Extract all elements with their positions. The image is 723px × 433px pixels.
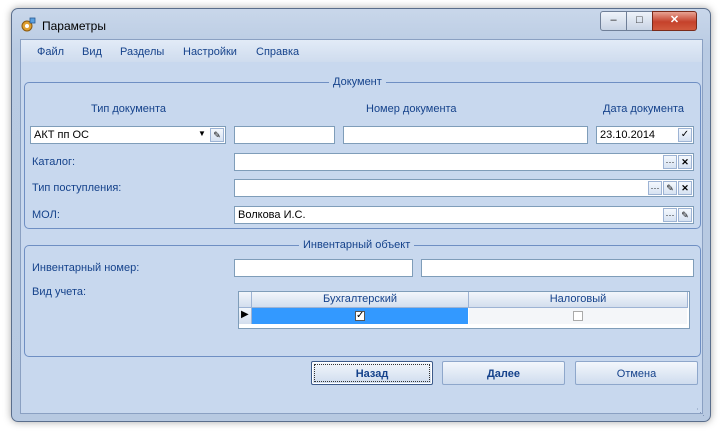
catalog-label: Каталог: bbox=[32, 156, 76, 168]
inv-number-input[interactable] bbox=[421, 259, 694, 277]
minimize-icon: – bbox=[610, 14, 617, 26]
tax-checkbox[interactable] bbox=[573, 311, 583, 321]
menu-view[interactable]: Вид bbox=[82, 46, 102, 58]
row-selector[interactable]: ▶ bbox=[239, 308, 252, 324]
doc-number-prefix-input[interactable] bbox=[234, 126, 335, 144]
doc-date-header: Дата документа bbox=[603, 103, 685, 115]
browse-ellipsis-icon[interactable]: ··· bbox=[648, 181, 662, 195]
edit-pencil-icon[interactable]: ✎ bbox=[663, 181, 677, 195]
doc-date-value: 23.10.2014 bbox=[600, 129, 656, 141]
inv-number-label: Инвентарный номер: bbox=[32, 262, 140, 274]
menu-bar: Файл Вид Разделы Настройки Справка bbox=[21, 40, 702, 62]
grid-corner-header bbox=[239, 292, 252, 308]
menu-settings[interactable]: Настройки bbox=[183, 46, 237, 58]
settings-app-icon bbox=[21, 17, 36, 32]
cancel-button[interactable]: Отмена bbox=[575, 361, 698, 385]
doc-number-header: Номер документа bbox=[366, 103, 457, 115]
accounting-checkbox[interactable]: ✓ bbox=[355, 311, 365, 321]
grid-header-accounting[interactable]: Бухгалтерский bbox=[252, 292, 469, 308]
inventory-group-legend: Инвентарный объект bbox=[299, 239, 415, 251]
accounting-type-label: Вид учета: bbox=[32, 286, 87, 298]
receipt-type-field[interactable]: ··· ✎ ✕ bbox=[234, 179, 694, 197]
current-row-arrow-icon: ▶ bbox=[241, 309, 249, 320]
calendar-dropdown-icon[interactable]: ✓ bbox=[678, 128, 692, 142]
window-title: Параметры bbox=[42, 19, 106, 33]
back-button[interactable]: Назад bbox=[311, 361, 433, 385]
grid-cell-tax[interactable] bbox=[469, 308, 687, 324]
next-button[interactable]: Далее bbox=[442, 361, 565, 385]
grid-cell-accounting[interactable]: ✓ bbox=[252, 308, 468, 324]
receipt-type-label: Тип поступления: bbox=[32, 182, 122, 194]
accounting-type-grid: Бухгалтерский Налоговый ▶ ✓ bbox=[238, 291, 690, 329]
mol-field[interactable]: Волкова И.С. ··· ✎ bbox=[234, 206, 694, 224]
close-icon: ✕ bbox=[669, 14, 680, 26]
edit-pencil-icon[interactable]: ✎ bbox=[210, 128, 224, 142]
clear-x-icon[interactable]: ✕ bbox=[678, 181, 692, 195]
title-bar[interactable]: Параметры – □ ✕ bbox=[12, 9, 710, 39]
close-button[interactable]: ✕ bbox=[652, 11, 697, 31]
doc-type-header: Тип документа bbox=[91, 103, 167, 115]
minimize-button[interactable]: – bbox=[600, 11, 627, 31]
document-group-legend: Документ bbox=[329, 76, 386, 88]
resize-grip-icon[interactable]: ⋱ bbox=[696, 407, 706, 417]
maximize-icon: □ bbox=[636, 14, 643, 26]
catalog-field[interactable]: ··· ✕ bbox=[234, 153, 694, 171]
edit-pencil-icon[interactable]: ✎ bbox=[678, 208, 692, 222]
dialog-client-area: Файл Вид Разделы Настройки Справка Докум… bbox=[20, 39, 703, 414]
mol-label: МОЛ: bbox=[32, 209, 60, 221]
dialog-window: Параметры – □ ✕ Файл Вид Разделы Настрой… bbox=[11, 8, 711, 422]
doc-type-select[interactable]: АКТ пп ОС ▼ ✎ bbox=[30, 126, 226, 144]
browse-ellipsis-icon[interactable]: ··· bbox=[663, 155, 677, 169]
maximize-button[interactable]: □ bbox=[626, 11, 653, 31]
doc-type-value: АКТ пп ОС bbox=[34, 129, 89, 141]
doc-number-input[interactable] bbox=[343, 126, 588, 144]
browse-ellipsis-icon[interactable]: ··· bbox=[663, 208, 677, 222]
grid-header-tax[interactable]: Налоговый bbox=[469, 292, 688, 308]
mol-value: Волкова И.С. bbox=[238, 209, 306, 221]
menu-sections[interactable]: Разделы bbox=[120, 46, 164, 58]
chevron-down-icon[interactable]: ▼ bbox=[195, 128, 209, 142]
clear-x-icon[interactable]: ✕ bbox=[678, 155, 692, 169]
doc-date-picker[interactable]: 23.10.2014 ✓ bbox=[596, 126, 694, 144]
menu-help[interactable]: Справка bbox=[256, 46, 299, 58]
menu-file[interactable]: Файл bbox=[37, 46, 64, 58]
inv-number-prefix-input[interactable] bbox=[234, 259, 413, 277]
